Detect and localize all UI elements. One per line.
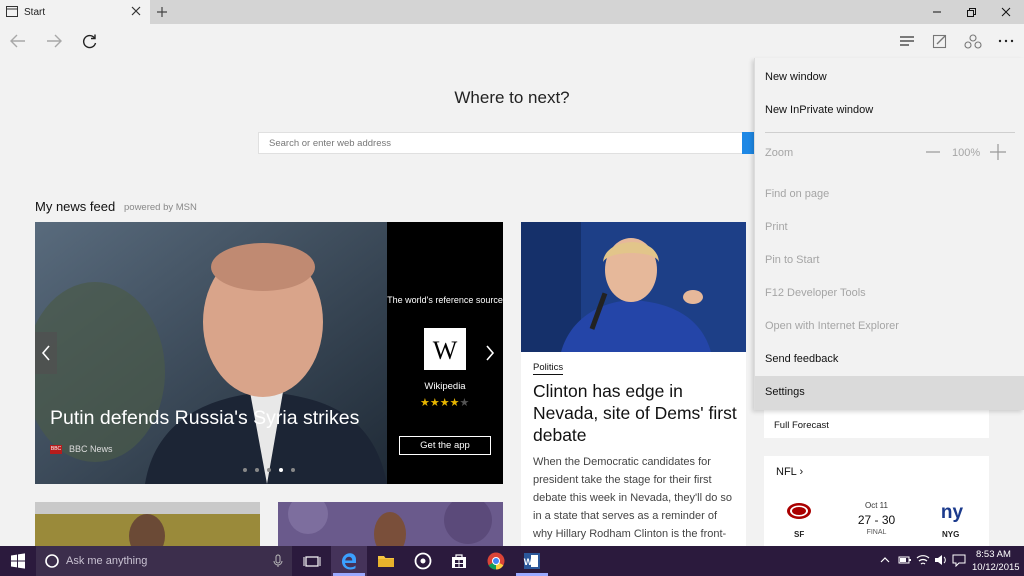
show-hidden-icons-icon[interactable] bbox=[880, 556, 890, 564]
forward-icon[interactable] bbox=[44, 32, 64, 50]
cortana-placeholder: Ask me anything bbox=[66, 555, 148, 567]
restore-icon[interactable] bbox=[962, 3, 980, 21]
new-tab-icon[interactable] bbox=[154, 4, 170, 20]
hero-headline[interactable]: Putin defends Russia's Syria strikes bbox=[50, 407, 359, 430]
menu-settings[interactable]: Settings bbox=[765, 386, 805, 398]
wifi-icon[interactable] bbox=[916, 553, 930, 567]
clock-time[interactable]: 8:53 AM bbox=[976, 549, 1011, 560]
logo-letter: W bbox=[432, 336, 458, 365]
carousel-dot[interactable] bbox=[267, 468, 271, 472]
news-feed-powered-by[interactable]: powered by MSN bbox=[124, 202, 197, 213]
hero-source: BBC News bbox=[69, 444, 113, 454]
svg-text:W: W bbox=[524, 557, 533, 567]
back-icon[interactable] bbox=[8, 32, 28, 50]
carousel-prev-button[interactable] bbox=[35, 332, 57, 374]
menu-f12-dev-tools[interactable]: F12 Developer Tools bbox=[765, 287, 866, 299]
web-note-icon[interactable] bbox=[930, 32, 950, 50]
rating-stars: ★★★★★ bbox=[420, 396, 469, 409]
start-button[interactable] bbox=[0, 546, 36, 576]
menu-open-with-ie[interactable]: Open with Internet Explorer bbox=[765, 320, 899, 332]
star-filled-icon: ★ bbox=[420, 397, 430, 409]
word-icon[interactable]: W bbox=[522, 551, 542, 571]
tab-start[interactable]: Start bbox=[0, 0, 150, 24]
article-category[interactable]: Politics bbox=[533, 362, 564, 375]
clock-date[interactable]: 10/12/2015 bbox=[972, 562, 1020, 573]
menu-new-window[interactable]: New window bbox=[765, 71, 827, 83]
action-center-icon[interactable] bbox=[952, 554, 966, 567]
menu-print[interactable]: Print bbox=[765, 221, 788, 233]
news-thumbnail[interactable] bbox=[35, 502, 260, 546]
team-giants-logo-icon: ny bbox=[941, 502, 964, 522]
menu-find-on-page[interactable]: Find on page bbox=[765, 188, 829, 200]
address-search-input[interactable]: Search or enter web address bbox=[258, 132, 744, 154]
volume-icon[interactable] bbox=[934, 554, 948, 566]
carousel-dot[interactable] bbox=[243, 468, 247, 472]
menu-new-inprivate-window[interactable]: New InPrivate window bbox=[765, 104, 873, 116]
file-explorer-icon[interactable] bbox=[376, 551, 396, 571]
more-icon[interactable] bbox=[996, 32, 1016, 50]
article-card[interactable]: Politics Clinton has edge in Nevada, sit… bbox=[521, 222, 746, 546]
more-actions-menu: New window New InPrivate window Zoom 100… bbox=[754, 58, 1024, 410]
ad-app-name: Wikipedia bbox=[424, 381, 466, 392]
groove-icon[interactable] bbox=[413, 551, 433, 571]
refresh-icon[interactable] bbox=[80, 32, 100, 50]
navigation-bar bbox=[0, 24, 1024, 58]
zoom-in-icon[interactable] bbox=[989, 143, 1007, 161]
tab-title: Start bbox=[24, 7, 46, 18]
carousel-next-button[interactable] bbox=[483, 342, 497, 364]
share-icon[interactable] bbox=[963, 32, 983, 50]
wikipedia-logo-icon: W bbox=[424, 328, 466, 370]
star-filled-icon: ★ bbox=[449, 397, 460, 409]
svg-text:ny: ny bbox=[941, 502, 964, 522]
article-headline[interactable]: Clinton has edge in Nevada, site of Dems… bbox=[533, 380, 738, 446]
microphone-icon[interactable] bbox=[272, 554, 284, 568]
cortana-search-box[interactable]: Ask me anything bbox=[36, 546, 292, 576]
zoom-level: 100% bbox=[952, 147, 981, 159]
zoom-out-icon[interactable] bbox=[925, 144, 941, 160]
close-tab-icon[interactable] bbox=[130, 5, 142, 17]
full-forecast-link[interactable]: Full Forecast bbox=[774, 420, 829, 431]
nfl-title-text: NFL bbox=[776, 466, 797, 478]
team-2-name: NYG bbox=[942, 530, 960, 539]
news-feed-title: My news feed bbox=[35, 199, 116, 214]
chrome-icon[interactable] bbox=[486, 551, 506, 571]
menu-zoom-label: Zoom bbox=[765, 147, 794, 159]
minimize-icon[interactable] bbox=[928, 3, 946, 21]
article-photo bbox=[521, 222, 746, 352]
battery-icon[interactable] bbox=[898, 554, 912, 566]
star-empty-icon: ★ bbox=[459, 397, 470, 409]
article-body: When the Democratic candidates for presi… bbox=[533, 456, 732, 540]
news-thumbnail[interactable] bbox=[278, 502, 503, 546]
weather-widget[interactable]: Full Forecast bbox=[764, 410, 989, 438]
start-page-icon bbox=[6, 6, 18, 17]
cortana-icon bbox=[44, 553, 60, 569]
carousel-dot[interactable] bbox=[291, 468, 295, 472]
star-filled-icon: ★ bbox=[439, 397, 450, 409]
nfl-title[interactable]: NFL › bbox=[776, 466, 803, 478]
hero-carousel[interactable]: The world's reference source W Wikipedia… bbox=[35, 222, 503, 484]
chevron-right-icon: › bbox=[799, 466, 804, 478]
hub-icon[interactable] bbox=[897, 32, 917, 50]
carousel-dot[interactable] bbox=[255, 468, 259, 472]
page-heading: Where to next? bbox=[454, 88, 570, 107]
nfl-widget[interactable]: NFL › SF Oct 11 27 - 30 FINAL ny NYG bbox=[764, 456, 989, 546]
search-placeholder: Search or enter web address bbox=[269, 138, 391, 149]
close-window-icon[interactable] bbox=[997, 3, 1015, 21]
bbc-logo-icon: BBC bbox=[50, 445, 62, 454]
taskbar: Ask me anything W 8:53 AM 10/12/2015 bbox=[0, 546, 1024, 576]
menu-divider bbox=[765, 132, 1015, 133]
get-the-app-button[interactable]: Get the app bbox=[399, 436, 491, 455]
star-filled-icon: ★ bbox=[429, 397, 440, 409]
carousel-dot[interactable] bbox=[279, 468, 283, 472]
search-go-button[interactable] bbox=[742, 132, 754, 154]
ad-tagline: The world's reference source bbox=[387, 295, 503, 305]
edge-icon[interactable] bbox=[339, 551, 359, 571]
store-icon[interactable] bbox=[449, 551, 469, 571]
menu-send-feedback[interactable]: Send feedback bbox=[765, 353, 838, 365]
task-view-icon[interactable] bbox=[302, 551, 322, 571]
menu-pin-to-start[interactable]: Pin to Start bbox=[765, 254, 819, 266]
